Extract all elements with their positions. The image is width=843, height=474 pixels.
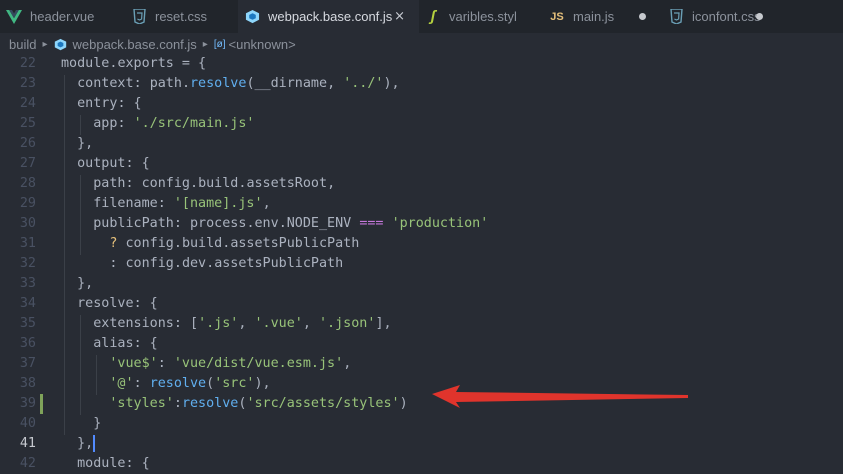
breadcrumb-file[interactable]: webpack.base.conf.js xyxy=(73,37,197,52)
code-text: }, xyxy=(61,434,96,452)
code-text: : config.dev.assetsPublicPath xyxy=(61,256,344,271)
code-line[interactable]: 37 'vue$': 'vue/dist/vue.esm.js', xyxy=(0,354,843,374)
line-number: 31 xyxy=(19,236,36,251)
tab-header-vue[interactable]: header.vue xyxy=(0,0,125,33)
line-number: 39 xyxy=(19,396,36,411)
css-file-icon xyxy=(131,9,147,25)
code-line[interactable]: 24 entry: { xyxy=(0,94,843,114)
webpack-icon xyxy=(54,38,67,51)
line-number: 26 xyxy=(19,136,36,151)
code-text: ? config.build.assetsPublicPath xyxy=(109,236,360,251)
code-line[interactable]: 38 '@': resolve('src'), xyxy=(0,374,843,394)
tab-label: iconfont.css xyxy=(692,9,761,24)
close-icon[interactable]: × xyxy=(394,9,405,24)
code-text: module: { xyxy=(77,456,150,471)
line-number: 40 xyxy=(19,416,36,431)
line-number: 24 xyxy=(19,96,36,111)
code-text: }, xyxy=(61,276,94,291)
code-line[interactable]: 39 'styles':resolve('src/assets/styles') xyxy=(0,394,843,414)
tab-reset-css[interactable]: reset.css xyxy=(125,0,238,33)
line-number: 38 xyxy=(19,376,36,391)
code-line[interactable]: 26 }, xyxy=(0,134,843,154)
code-text: context: path.resolve(__dirname, '../'), xyxy=(77,76,400,91)
code-text: output: { xyxy=(77,156,150,171)
tab-label: header.vue xyxy=(30,9,95,24)
line-number: 27 xyxy=(19,156,36,171)
code-text: extensions: ['.js', '.vue', '.json'], xyxy=(93,316,392,331)
chevron-right-icon: ▸ xyxy=(42,38,48,50)
line-number: 29 xyxy=(19,196,36,211)
tab-bar: header.vue reset.css webpack.base.conf.js ×… xyxy=(0,0,843,33)
breadcrumb: build ▸ webpack.base.conf.js ▸ [ø] <unkn… xyxy=(0,33,843,55)
breadcrumb-symbol[interactable]: <unknown> xyxy=(229,37,296,52)
code-text: } xyxy=(61,416,102,431)
breadcrumb-folder[interactable]: build xyxy=(9,37,36,52)
code-line[interactable]: 28 path: config.build.assetsRoot, xyxy=(0,174,843,194)
code-text: }, xyxy=(61,136,94,151)
tab-webpack-base-conf-js[interactable]: webpack.base.conf.js × xyxy=(238,0,419,33)
line-number: 28 xyxy=(19,176,36,191)
webpack-icon xyxy=(244,9,260,25)
line-number: 41 xyxy=(19,436,36,451)
code-text: alias: { xyxy=(93,336,158,351)
css-file-icon xyxy=(668,9,684,25)
line-number: 30 xyxy=(19,216,36,231)
code-text: 'styles':resolve('src/assets/styles') xyxy=(109,396,408,411)
line-number: 35 xyxy=(19,316,36,331)
code-line[interactable]: 31 ? config.build.assetsPublicPath xyxy=(0,234,843,254)
code-text: 'vue$': 'vue/dist/vue.esm.js', xyxy=(109,356,352,371)
code-text: entry: { xyxy=(77,96,142,111)
code-text: filename: '[name].js', xyxy=(93,196,271,211)
code-line[interactable]: 35 extensions: ['.js', '.vue', '.json'], xyxy=(0,314,843,334)
code-text: path: config.build.assetsRoot, xyxy=(93,176,336,191)
line-number: 42 xyxy=(19,456,36,471)
red-arrow-annotation xyxy=(432,385,688,408)
line-number: 22 xyxy=(19,56,36,71)
chevron-right-icon: ▸ xyxy=(202,38,208,50)
line-number: 33 xyxy=(19,276,36,291)
code-line[interactable]: 34 resolve: { xyxy=(0,294,843,314)
line-number: 36 xyxy=(19,336,36,351)
code-line[interactable]: 22 module.exports = { xyxy=(0,54,843,74)
line-number: 32 xyxy=(19,256,36,271)
tab-label: reset.css xyxy=(155,9,208,24)
unsaved-dot-icon xyxy=(756,13,763,20)
code-line[interactable]: 33 }, xyxy=(0,274,843,294)
code-line[interactable]: 23 context: path.resolve(__dirname, '../… xyxy=(0,74,843,94)
code-line[interactable]: 32 : config.dev.assetsPublicPath xyxy=(0,254,843,274)
unsaved-dot-icon xyxy=(639,13,646,20)
code-line[interactable]: 27 output: { xyxy=(0,154,843,174)
js-icon: JS xyxy=(550,10,564,23)
code-text: publicPath: process.env.NODE_ENV === 'pr… xyxy=(93,216,489,231)
text-cursor xyxy=(93,434,96,452)
code-line[interactable]: 36 alias: { xyxy=(0,334,843,354)
code-text: app: './src/main.js' xyxy=(93,116,255,131)
code-line[interactable]: 29 filename: '[name].js', xyxy=(0,194,843,214)
line-number: 37 xyxy=(19,356,36,371)
line-number: 34 xyxy=(19,296,36,311)
symbol-icon: [ø] xyxy=(213,38,226,50)
tab-main-js[interactable]: JS main.js xyxy=(543,0,662,33)
tab-label: main.js xyxy=(573,9,615,24)
stylus-icon: ʃ xyxy=(430,8,436,25)
vue-icon xyxy=(6,9,22,25)
code-text: resolve: { xyxy=(77,296,158,311)
code-text: '@': resolve('src'), xyxy=(109,376,271,391)
tab-iconfont-css[interactable]: iconfont.css xyxy=(662,0,779,33)
code-editor[interactable]: 22 module.exports = { 23 context: path.res… xyxy=(0,54,843,471)
code-line[interactable]: 41 }, xyxy=(0,434,843,454)
line-number: 25 xyxy=(19,116,36,131)
tab-label: webpack.base.conf.js xyxy=(268,9,393,24)
modified-line-marker xyxy=(40,394,43,414)
tab-varibles-styl[interactable]: ʃ varibles.styl xyxy=(419,0,543,33)
code-line[interactable]: 25 app: './src/main.js' xyxy=(0,114,843,134)
line-number: 23 xyxy=(19,76,36,91)
code-line[interactable]: 30 publicPath: process.env.NODE_ENV === … xyxy=(0,214,843,234)
tab-label: varibles.styl xyxy=(449,9,517,24)
code-line[interactable]: 40 } xyxy=(0,414,843,434)
code-text: module.exports = { xyxy=(61,56,207,71)
code-line[interactable]: 42 module: { xyxy=(0,454,843,474)
